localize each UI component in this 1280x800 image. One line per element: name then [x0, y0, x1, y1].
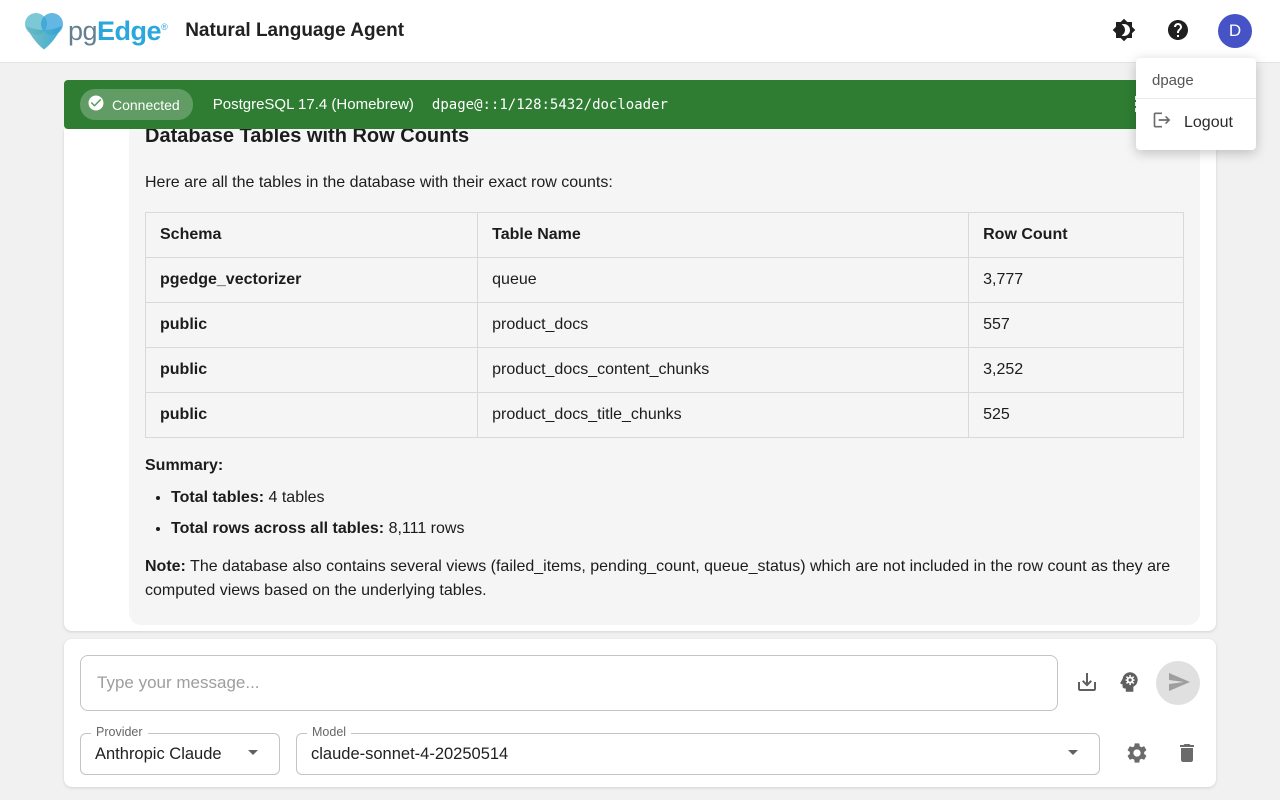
- table-row: public product_docs_content_chunks 3,252: [146, 348, 1184, 393]
- logout-menu-item[interactable]: Logout: [1136, 99, 1256, 146]
- cell-schema: public: [146, 303, 478, 348]
- cell-row-count: 3,252: [969, 348, 1184, 393]
- note-paragraph: Note: The database also contains several…: [145, 555, 1184, 603]
- brand-wordmark: pgEdge®: [68, 16, 167, 47]
- cell-table-name: product_docs: [478, 303, 969, 348]
- send-button[interactable]: [1156, 661, 1200, 705]
- settings-button[interactable]: [1124, 741, 1150, 767]
- summary-heading: Summary:: [145, 454, 1184, 478]
- note-label: Note:: [145, 558, 186, 575]
- logout-icon: [1152, 110, 1172, 135]
- cell-table-name: queue: [478, 258, 969, 303]
- summary-bullet: Total rows across all tables: 8,111 rows: [171, 517, 1184, 541]
- cell-table-name: product_docs_title_chunks: [478, 393, 969, 438]
- bullet-label: Total rows across all tables:: [171, 520, 384, 537]
- row-counts-table: Schema Table Name Row Count pgedge_vecto…: [145, 212, 1184, 438]
- composer-card: Provider Anthropic Claude Model claude-s…: [64, 639, 1216, 787]
- help-icon: [1166, 18, 1190, 45]
- table-header-row: Schema Table Name Row Count: [146, 213, 1184, 258]
- user-menu: dpage Logout: [1136, 58, 1256, 150]
- cell-row-count: 557: [969, 303, 1184, 348]
- bullet-value: 8,111 rows: [389, 520, 465, 537]
- thinking-mode-button[interactable]: [1116, 670, 1142, 696]
- check-circle-icon: [87, 94, 105, 115]
- col-header-schema: Schema: [146, 213, 478, 258]
- provider-label: Provider: [91, 725, 148, 740]
- chat-card: Database Tables with Row Counts Here are…: [64, 129, 1216, 631]
- table-row: pgedge_vectorizer queue 3,777: [146, 258, 1184, 303]
- model-value: claude-sonnet-4-20250514: [311, 745, 508, 764]
- provider-select[interactable]: Provider Anthropic Claude: [80, 733, 280, 775]
- pgedge-brand: pgEdge®: [22, 11, 167, 51]
- note-text: The database also contains several views…: [145, 558, 1170, 599]
- table-row: public product_docs_title_chunks 525: [146, 393, 1184, 438]
- connected-label: Connected: [112, 97, 180, 113]
- menu-username: dpage: [1136, 62, 1256, 99]
- cell-schema: public: [146, 393, 478, 438]
- logout-label: Logout: [1184, 114, 1233, 132]
- summary-list: Total tables: 4 tables Total rows across…: [145, 486, 1184, 541]
- col-header-row-count: Row Count: [969, 213, 1184, 258]
- theme-toggle-button[interactable]: [1110, 17, 1138, 45]
- cell-schema: public: [146, 348, 478, 393]
- cell-row-count: 3,777: [969, 258, 1184, 303]
- bullet-value: 4 tables: [269, 489, 325, 506]
- messages-scroll-area: Database Tables with Row Counts Here are…: [64, 129, 1216, 631]
- help-button[interactable]: [1164, 17, 1192, 45]
- download-button[interactable]: [1074, 670, 1100, 696]
- assistant-message: Database Tables with Row Counts Here are…: [129, 129, 1200, 625]
- message-heading: Database Tables with Row Counts: [145, 129, 1184, 151]
- provider-value: Anthropic Claude: [95, 745, 222, 764]
- model-label: Model: [307, 725, 351, 740]
- table-row: public product_docs 557: [146, 303, 1184, 348]
- gear-icon: [1125, 741, 1149, 768]
- col-header-table-name: Table Name: [478, 213, 969, 258]
- download-icon: [1075, 670, 1099, 697]
- cell-schema: pgedge_vectorizer: [146, 258, 478, 303]
- model-select[interactable]: Model claude-sonnet-4-20250514: [296, 733, 1100, 775]
- user-avatar[interactable]: D: [1218, 14, 1252, 48]
- pgedge-logo-icon: [22, 11, 66, 51]
- brightness-icon: [1112, 18, 1136, 45]
- bullet-label: Total tables:: [171, 489, 264, 506]
- psychology-icon: [1116, 669, 1142, 698]
- connected-badge: Connected: [80, 89, 193, 120]
- message-intro: Here are all the tables in the database …: [145, 171, 1184, 195]
- connection-string: dpage@::1/128:5432/docloader: [432, 97, 668, 113]
- chevron-down-icon: [241, 740, 265, 769]
- cell-row-count: 525: [969, 393, 1184, 438]
- app-header: pgEdge® Natural Language Agent D: [0, 0, 1280, 63]
- summary-bullet: Total tables: 4 tables: [171, 486, 1184, 510]
- header-actions: D: [1110, 14, 1252, 48]
- chevron-down-icon: [1061, 740, 1085, 769]
- cell-table-name: product_docs_content_chunks: [478, 348, 969, 393]
- connection-status-bar: Connected PostgreSQL 17.4 (Homebrew) dpa…: [64, 80, 1216, 129]
- message-input[interactable]: [80, 655, 1058, 711]
- clear-chat-button[interactable]: [1174, 741, 1200, 767]
- page-title: Natural Language Agent: [185, 20, 404, 42]
- trash-icon: [1175, 741, 1199, 768]
- server-version: PostgreSQL 17.4 (Homebrew): [213, 96, 414, 113]
- send-icon: [1165, 670, 1191, 697]
